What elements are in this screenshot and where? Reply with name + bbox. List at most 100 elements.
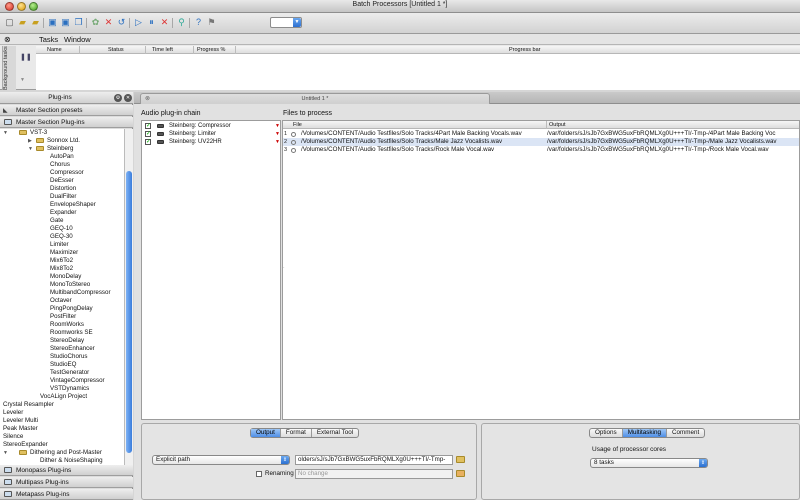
pin-icon[interactable]: ⚑ bbox=[206, 17, 217, 28]
column-status[interactable]: Status bbox=[108, 47, 124, 53]
tree-item[interactable]: StudioEQ bbox=[50, 361, 76, 369]
edit-icon[interactable] bbox=[456, 470, 465, 477]
column-progress-bar[interactable]: Progress bar bbox=[509, 47, 541, 53]
help-icon[interactable]: ? bbox=[193, 17, 204, 28]
expanded-arrow-icon[interactable]: ▼ bbox=[28, 145, 36, 153]
new-icon[interactable]: ▢ bbox=[4, 17, 15, 28]
tree-item[interactable]: Expander bbox=[50, 209, 77, 217]
tree-item[interactable]: DualFilter bbox=[50, 193, 76, 201]
section-multipass-plugins[interactable]: Multipass Plug-ins bbox=[0, 477, 133, 488]
tree-item[interactable]: Compressor bbox=[50, 169, 84, 177]
column-name[interactable]: Name bbox=[47, 47, 62, 53]
tree-folder[interactable]: ▼ Dithering and Post-Master bbox=[3, 449, 102, 457]
tree-item[interactable]: Limiter bbox=[50, 241, 69, 249]
output-path-field[interactable]: olders/sJ/sJb7GxBWG5uxFbRQMLXg0U+++TI/-T… bbox=[295, 455, 453, 465]
tree-item[interactable]: Roomworks SE bbox=[50, 329, 93, 337]
tree-item[interactable]: MonoToStereo bbox=[50, 281, 90, 289]
folder-icon[interactable] bbox=[456, 456, 465, 463]
tree-item[interactable]: DeEsser bbox=[50, 177, 74, 185]
tree-item[interactable]: Chorus bbox=[50, 161, 70, 169]
stop-icon[interactable]: ✕ bbox=[159, 17, 170, 28]
file-row[interactable]: 2 /Volumes/CONTENT/Audio Testfiles/Solo … bbox=[283, 138, 799, 146]
chevron-down-icon[interactable]: ▼ bbox=[275, 122, 280, 130]
open-icon[interactable]: ▰ bbox=[17, 17, 28, 28]
column-file[interactable]: File bbox=[293, 122, 302, 128]
save-as-icon[interactable]: ▣ bbox=[60, 17, 71, 28]
tree-item[interactable]: Dither & NoiseShaping bbox=[40, 457, 103, 465]
section-master-presets[interactable]: ◣ Master Section presets bbox=[0, 105, 133, 116]
tree-item[interactable]: Octaver bbox=[50, 297, 72, 305]
tree-item[interactable]: RoomWorks bbox=[50, 321, 84, 329]
toolbar-select[interactable]: ▼ bbox=[270, 17, 302, 28]
tree-item[interactable]: StudioChorus bbox=[50, 353, 88, 361]
section-master-plugins[interactable]: Master Section Plug-ins bbox=[0, 117, 133, 128]
save-icon[interactable]: ▣ bbox=[47, 17, 58, 28]
tab-format[interactable]: Format bbox=[281, 429, 312, 437]
plugin-tree-scrollbar[interactable] bbox=[124, 129, 133, 465]
tree-item[interactable]: StereoEnhancer bbox=[50, 345, 95, 353]
tree-item[interactable]: PingPongDelay bbox=[50, 305, 93, 313]
tree-item[interactable]: GEQ-10 bbox=[50, 225, 73, 233]
tree-item[interactable]: Mix6To2 bbox=[50, 257, 73, 265]
tree-item[interactable]: Leveler bbox=[3, 409, 23, 417]
filter-icon[interactable]: ⚲ bbox=[176, 17, 187, 28]
tree-item[interactable]: Crystal Resampler bbox=[3, 401, 54, 409]
tree-item[interactable]: Gate bbox=[50, 217, 63, 225]
expanded-arrow-icon[interactable]: ▼ bbox=[3, 129, 19, 137]
renaming-field[interactable]: No change bbox=[295, 469, 453, 479]
renaming-checkbox[interactable] bbox=[256, 471, 262, 477]
tree-item[interactable]: EnvelopeShaper bbox=[50, 201, 96, 209]
pane-splitter[interactable]: · bbox=[282, 120, 287, 420]
tab-external-tool[interactable]: External Tool bbox=[312, 429, 358, 437]
chain-item[interactable]: ✓ Steinberg: UV22HR ▼ bbox=[142, 138, 282, 146]
tree-item[interactable]: Maximizer bbox=[50, 249, 78, 257]
close-panel-icon[interactable]: ⊗ bbox=[4, 35, 11, 44]
menu-tasks[interactable]: Tasks bbox=[39, 35, 58, 44]
pause-icon[interactable]: ❚❚ bbox=[20, 53, 32, 61]
chain-item[interactable]: ✓ Steinberg: Limiter ▼ bbox=[142, 130, 282, 138]
tree-item[interactable]: Leveler Multi bbox=[3, 417, 38, 425]
column-progress-percent[interactable]: Progress % bbox=[197, 47, 225, 53]
menu-window[interactable]: Window bbox=[64, 35, 91, 44]
settings-icon[interactable]: ⚙ bbox=[114, 94, 122, 102]
column-output[interactable]: Output bbox=[549, 122, 566, 128]
tree-item[interactable]: Mix8To2 bbox=[50, 265, 73, 273]
chain-item[interactable]: ✓ Steinberg: Compressor ▼ bbox=[142, 122, 282, 130]
tree-folder[interactable]: ▶ Sonnox Ltd. bbox=[28, 137, 80, 145]
undo-icon[interactable]: ↺ bbox=[116, 17, 127, 28]
file-row[interactable]: 3 /Volumes/CONTENT/Audio Testfiles/Solo … bbox=[283, 146, 799, 154]
chevron-down-icon[interactable]: ▼ bbox=[20, 77, 25, 83]
chain-item-checkbox[interactable]: ✓ bbox=[145, 131, 151, 137]
chevron-down-icon[interactable]: ▼ bbox=[275, 130, 280, 138]
tree-item[interactable]: MultibandCompressor bbox=[50, 289, 111, 297]
column-time-left[interactable]: Time left bbox=[152, 47, 173, 53]
file-row[interactable]: 1 /Volumes/CONTENT/Audio Testfiles/Solo … bbox=[283, 130, 799, 138]
tree-item[interactable]: VintageCompressor bbox=[50, 377, 105, 385]
tree-item[interactable]: VSTDynamics bbox=[50, 385, 89, 393]
tree-item[interactable]: MonoDelay bbox=[50, 273, 81, 281]
tab-options[interactable]: Options bbox=[590, 429, 623, 437]
pause-icon[interactable]: ⏸ bbox=[146, 17, 157, 28]
tab-output[interactable]: Output bbox=[251, 429, 281, 437]
tree-item[interactable]: Distortion bbox=[50, 185, 76, 193]
tab-multitasking[interactable]: Multitasking bbox=[622, 429, 667, 437]
tree-item[interactable]: Peak Master bbox=[3, 425, 38, 433]
play-icon[interactable]: ▷ bbox=[133, 17, 144, 28]
collapsed-arrow-icon[interactable]: ▶ bbox=[28, 137, 36, 145]
tree-item[interactable]: StereoDelay bbox=[50, 337, 84, 345]
chain-item-checkbox[interactable]: ✓ bbox=[145, 139, 151, 145]
tree-item[interactable]: StereoExpander bbox=[3, 441, 48, 449]
chevron-down-icon[interactable]: ▼ bbox=[275, 138, 280, 146]
tree-item[interactable]: GEQ-30 bbox=[50, 233, 73, 241]
processor-cores-select[interactable]: 8 tasks ⇕ bbox=[590, 458, 708, 468]
close-icon[interactable]: ✕ bbox=[124, 94, 132, 102]
delete-icon[interactable]: ✕ bbox=[103, 17, 114, 28]
tree-item[interactable]: VocALign Project bbox=[40, 393, 87, 401]
copy-icon[interactable]: ❐ bbox=[73, 17, 84, 28]
tree-item[interactable]: PostFilter bbox=[50, 313, 76, 321]
tree-folder[interactable]: ▼ VST-3 bbox=[3, 129, 47, 137]
section-monopass-plugins[interactable]: Monopass Plug-ins bbox=[0, 465, 133, 476]
tree-item[interactable]: Silence bbox=[3, 433, 23, 441]
section-metapass-plugins[interactable]: Metapass Plug-ins bbox=[0, 489, 133, 500]
expanded-arrow-icon[interactable]: ▼ bbox=[3, 449, 19, 457]
